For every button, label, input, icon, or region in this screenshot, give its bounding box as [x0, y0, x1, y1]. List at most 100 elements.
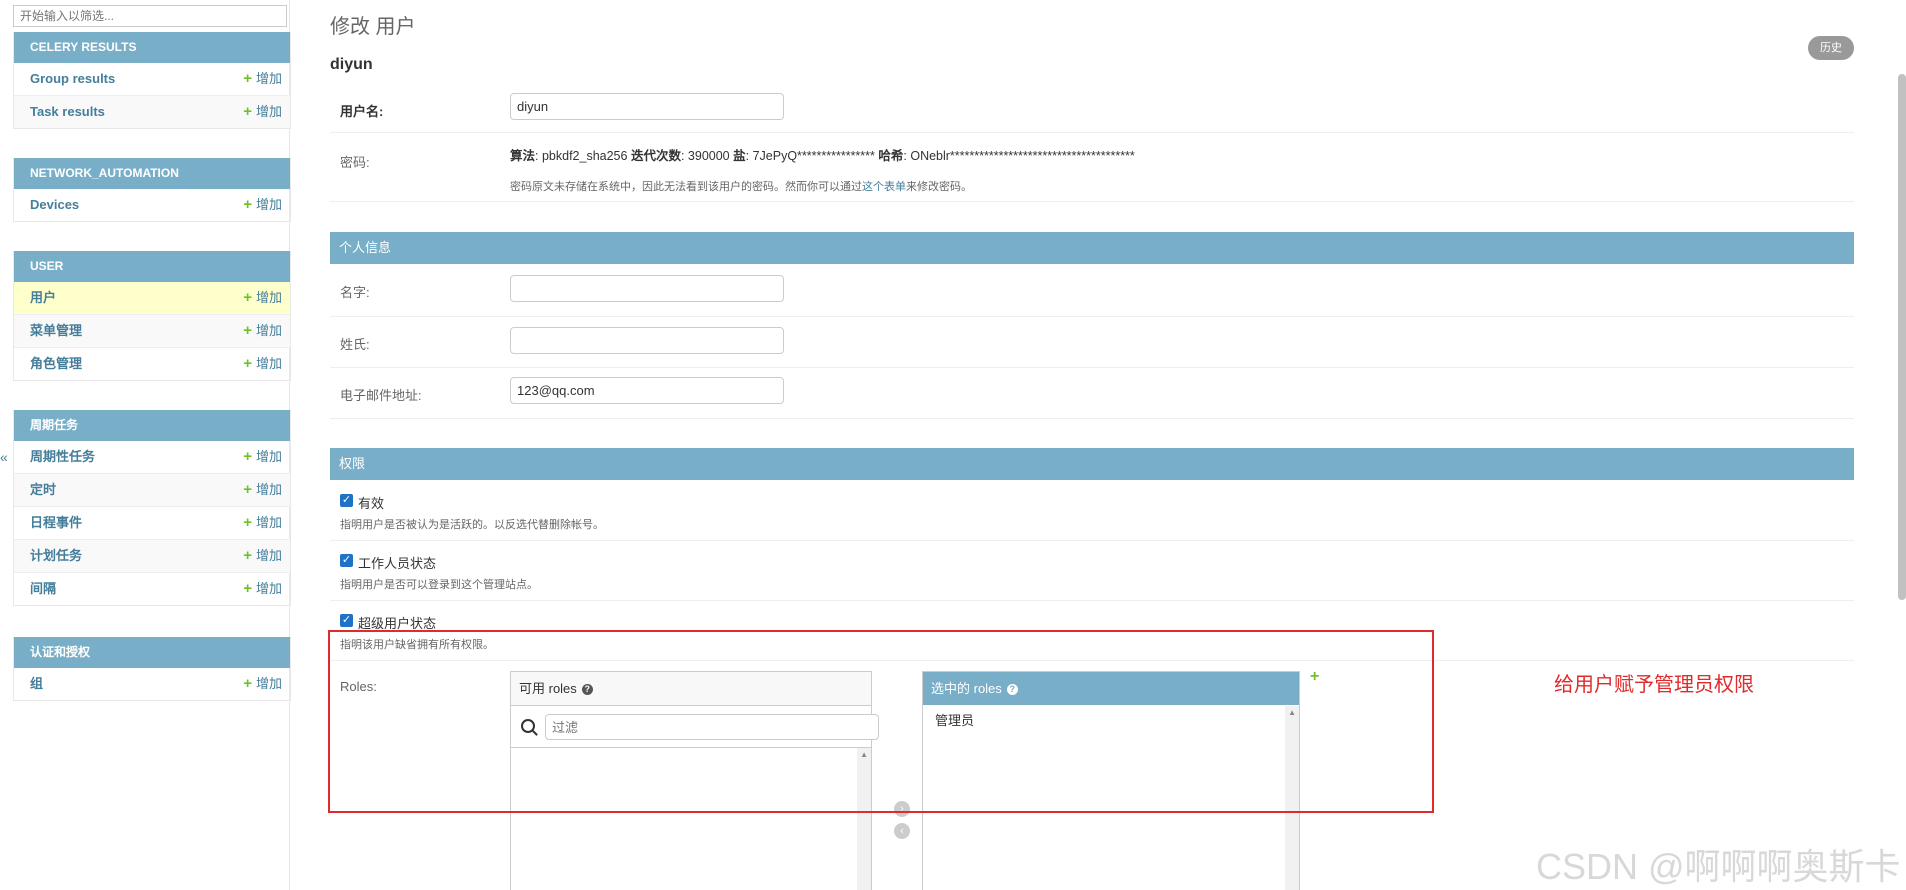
active-row: ✓ 有效 指明用户是否被认为是活跃的。以反选代替删除帐号。 — [330, 480, 1854, 541]
module-auth: 认证和授权 组 + 增加 — [13, 637, 291, 701]
plus-icon: + — [243, 103, 252, 120]
add-link[interactable]: + 增加 — [243, 573, 282, 605]
module-periodic-tasks: 周期任务 周期性任务 + 增加 定时 + 增加 日程事件 + 增加 计划任务 + 增加 … — [13, 410, 291, 606]
model-link[interactable]: 用户 — [30, 290, 56, 305]
add-link[interactable]: + 增加 — [243, 315, 282, 347]
password-help: 密码原文未存储在系统中，因此无法看到该用户的密码。然而你可以通过这个表单来修改密… — [510, 178, 972, 194]
first-name-label: 名字: — [340, 285, 370, 300]
add-link[interactable]: + 增加 — [243, 282, 282, 314]
permissions-caption: 权限 — [330, 448, 1854, 480]
sidebar-collapse-toggle[interactable]: « — [0, 449, 8, 465]
password-label: 密码: — [340, 155, 370, 170]
add-link[interactable]: + 增加 — [243, 668, 282, 700]
active-checkbox[interactable]: ✓ — [340, 494, 353, 507]
module-caption[interactable]: 认证和授权 — [14, 637, 290, 668]
sidebar-item-devices: Devices + 增加 — [14, 189, 290, 221]
hash-label: 哈希 — [878, 149, 904, 163]
module-network-automation: NETWORK_AUTOMATION Devices + 增加 — [13, 158, 291, 222]
plus-icon: + — [243, 675, 252, 692]
add-link[interactable]: + 增加 — [243, 441, 282, 473]
page-title: 修改 用户 — [330, 16, 416, 38]
sidebar-item-clocked: 计划任务 + 增加 — [14, 540, 290, 573]
add-link[interactable]: + 增加 — [243, 507, 282, 539]
help-text: 来修改密码。 — [906, 181, 972, 193]
username-input[interactable] — [510, 93, 784, 120]
personal-info-caption: 个人信息 — [330, 232, 1854, 264]
add-label: 增加 — [255, 290, 282, 305]
sidebar-filter-input[interactable] — [13, 5, 287, 27]
module-caption[interactable]: USER — [14, 251, 290, 282]
add-label: 增加 — [255, 197, 282, 212]
model-link[interactable]: 角色管理 — [30, 356, 82, 371]
add-label: 增加 — [255, 104, 282, 119]
iter-value: 390000 — [687, 149, 730, 163]
active-help: 指明用户是否被认为是活跃的。以反选代替删除帐号。 — [340, 519, 604, 531]
sidebar-item-task-results: Task results + 增加 — [14, 96, 290, 128]
algo-label: 算法 — [510, 149, 536, 163]
email-row: 电子邮件地址: — [330, 367, 1854, 419]
model-link[interactable]: 周期性任务 — [30, 449, 95, 464]
algo-value: pbkdf2_sha256 — [541, 149, 628, 163]
active-label: 有效 — [358, 496, 385, 511]
plus-icon: + — [243, 514, 252, 531]
last-name-row: 姓氏: — [330, 316, 1854, 368]
superuser-checkbox[interactable]: ✓ — [340, 614, 353, 627]
last-name-input[interactable] — [510, 327, 784, 354]
sidebar-item-roles: 角色管理 + 增加 — [14, 348, 290, 380]
plus-icon: + — [243, 481, 252, 498]
add-label: 增加 — [255, 449, 282, 464]
plus-icon: + — [243, 547, 252, 564]
add-link[interactable]: + 增加 — [243, 63, 282, 95]
staff-label: 工作人员状态 — [358, 556, 437, 571]
add-link[interactable]: + 增加 — [243, 540, 282, 572]
email-label: 电子邮件地址: — [340, 388, 422, 403]
add-link[interactable]: + 增加 — [243, 96, 282, 128]
first-name-input[interactable] — [510, 275, 784, 302]
first-name-row: 名字: — [330, 264, 1854, 317]
add-label: 增加 — [255, 581, 282, 596]
username-label: 用户名: — [340, 104, 384, 119]
plus-icon: + — [243, 289, 252, 306]
module-caption[interactable]: CELERY RESULTS — [14, 32, 290, 63]
plus-icon: + — [243, 70, 252, 87]
model-link[interactable]: Group results — [30, 71, 115, 86]
add-link[interactable]: + 增加 — [243, 189, 282, 221]
iter-label: 迭代次数 — [630, 149, 681, 163]
help-text: 密码原文未存储在系统中，因此无法看到该用户的密码。然而你可以通过 — [510, 181, 862, 193]
model-link[interactable]: 定时 — [30, 482, 56, 497]
model-link[interactable]: 计划任务 — [30, 548, 82, 563]
add-label: 增加 — [255, 323, 282, 338]
add-link[interactable]: + 增加 — [243, 348, 282, 380]
username-row: 用户名: — [330, 84, 1854, 133]
add-label: 增加 — [255, 676, 282, 691]
model-link[interactable]: 间隔 — [30, 581, 56, 596]
last-name-label: 姓氏: — [340, 337, 370, 352]
remove-arrow-icon[interactable]: ‹ — [894, 823, 910, 839]
sidebar-item-periodic-tasks: 周期性任务 + 增加 — [14, 441, 290, 474]
password-summary: 算法: pbkdf2_sha256 迭代次数: 390000 盐: 7JePyQ… — [510, 149, 1135, 163]
staff-checkbox[interactable]: ✓ — [340, 554, 353, 567]
plus-icon: + — [243, 448, 252, 465]
page-scrollbar[interactable] — [1898, 74, 1906, 600]
history-button[interactable]: 历史 — [1808, 36, 1854, 60]
module-caption[interactable]: NETWORK_AUTOMATION — [14, 158, 290, 189]
model-link[interactable]: 菜单管理 — [30, 323, 82, 338]
add-label: 增加 — [255, 548, 282, 563]
module-caption[interactable]: 周期任务 — [14, 410, 290, 441]
model-link[interactable]: Devices — [30, 197, 79, 212]
salt-value: 7JePyQ**************** — [752, 149, 875, 163]
model-link[interactable]: 日程事件 — [30, 515, 82, 530]
plus-icon: + — [243, 322, 252, 339]
annotation-text: 给用户赋予管理员权限 — [1554, 674, 1754, 696]
email-input[interactable] — [510, 377, 784, 404]
add-link[interactable]: + 增加 — [243, 474, 282, 506]
add-label: 增加 — [255, 515, 282, 530]
password-change-link[interactable]: 这个表单 — [862, 181, 906, 193]
sidebar-item-crontab: 定时 + 增加 — [14, 474, 290, 507]
salt-label: 盐 — [733, 149, 746, 163]
plus-icon: + — [243, 196, 252, 213]
plus-icon: + — [243, 355, 252, 372]
model-link[interactable]: Task results — [30, 104, 105, 119]
staff-row: ✓ 工作人员状态 指明用户是否可以登录到这个管理站点。 — [330, 540, 1854, 601]
model-link[interactable]: 组 — [30, 676, 43, 691]
